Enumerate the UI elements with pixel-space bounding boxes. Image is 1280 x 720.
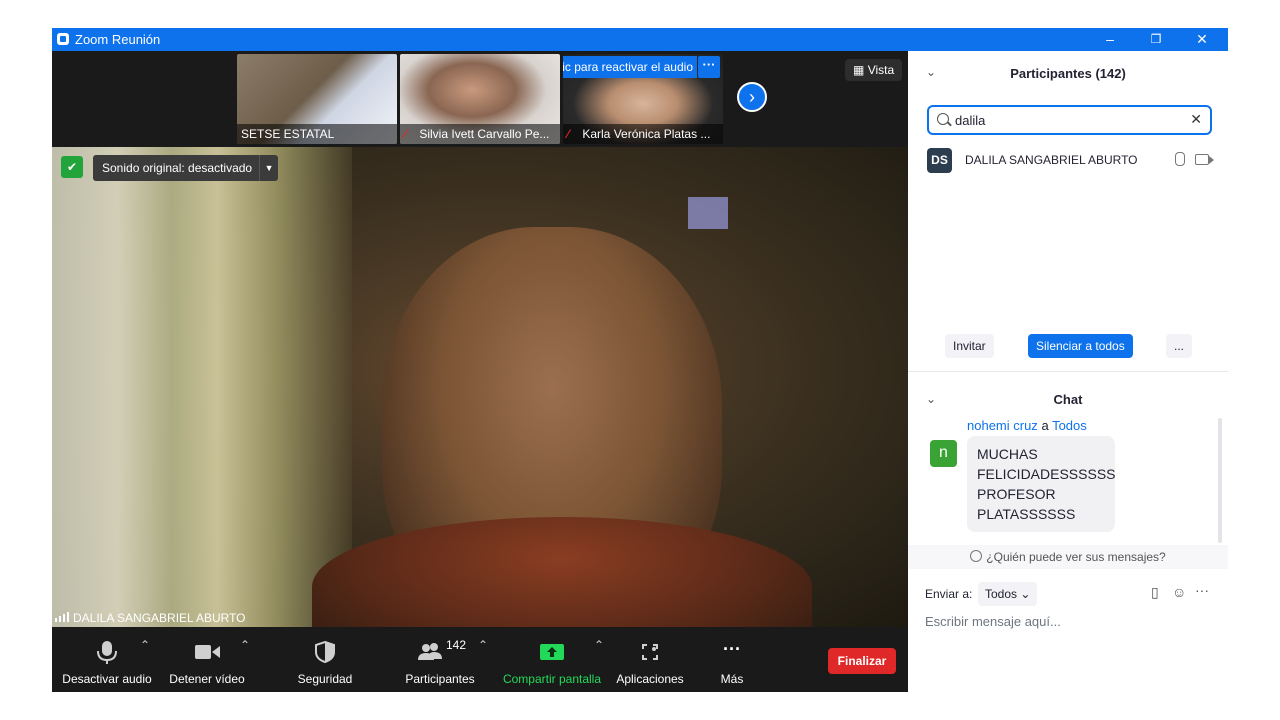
window-title: Zoom Reunión [75, 32, 161, 47]
grid-icon: ▦ [853, 63, 865, 77]
thumbnail-name: ⁄ Silvia Ivett Carvallo Pe... [400, 124, 560, 144]
shield-icon [315, 640, 335, 664]
reactivate-audio-banner[interactable]: Haz clic para reactivar el audio [563, 56, 697, 78]
participants-count: 142 [446, 638, 467, 652]
participants-title: Participantes (142) [1010, 66, 1126, 81]
chat-header: ⌄ Chat [908, 378, 1228, 418]
thumbnail-name: SETSE ESTATAL [237, 124, 397, 144]
clear-icon[interactable]: ✕ [1190, 111, 1202, 128]
share-screen-icon [540, 644, 564, 660]
invite-button[interactable]: Invitar [945, 334, 994, 358]
end-meeting-button[interactable]: Finalizar [828, 648, 896, 674]
participant-search[interactable]: ✕ [927, 105, 1212, 135]
video-thumbnail[interactable]: SETSE ESTATAL [237, 54, 397, 144]
participants-icon [418, 643, 442, 660]
participant-name: DALILA SANGABRIEL ABURTO [965, 153, 1138, 167]
file-icon[interactable]: ▯ [1151, 584, 1159, 601]
participant-row[interactable]: DS DALILA SANGABRIEL ABURTO [927, 148, 1217, 174]
speaker-name-label: DALILA SANGABRIEL ABURTO [55, 611, 246, 625]
security-button[interactable]: Seguridad [288, 628, 362, 692]
video-camera-icon[interactable] [1195, 154, 1214, 165]
speaker-shirt [312, 517, 812, 627]
next-page-button[interactable]: › [737, 82, 767, 112]
view-button[interactable]: ▦ Vista [845, 59, 903, 81]
participants-header: ⌄ Participantes (142) [908, 51, 1228, 97]
meeting-area: SETSE ESTATAL ⁄ Silvia Ivett Carvallo Pe… [52, 51, 908, 692]
who-can-see-link[interactable]: ¿Quién puede ver sus mensajes? [908, 545, 1228, 569]
mic-muted-icon: ⁄ [567, 127, 570, 141]
active-speaker-video: ✔ Sonido original: desactivado ▼ DALILA … [52, 147, 908, 627]
send-to-select[interactable]: Todos ⌄ [978, 582, 1038, 606]
person-icon [970, 550, 983, 562]
participant-search-input[interactable] [955, 111, 1175, 129]
avatar: n [930, 440, 957, 467]
thumbnail-strip: SETSE ESTATAL ⁄ Silvia Ivett Carvallo Pe… [52, 51, 908, 147]
chevron-up-icon[interactable]: ⌃ [594, 638, 604, 652]
search-icon [937, 113, 949, 125]
avatar: DS [927, 148, 952, 173]
close-button[interactable]: ✕ [1179, 28, 1225, 51]
more-dots-icon: ··· [723, 639, 741, 659]
apps-icon [642, 644, 658, 660]
video-camera-icon [195, 645, 220, 659]
chat-message: MUCHAS FELICIDADESSSSSS PROFESOR PLATASS… [967, 436, 1116, 532]
video-thumbnail[interactable]: ⁄ Silvia Ivett Carvallo Pe... [400, 54, 560, 144]
more-button[interactable]: ··· Más [704, 628, 760, 692]
signal-strength-icon [55, 612, 69, 622]
chevron-up-icon[interactable]: ⌃ [240, 638, 250, 652]
meeting-toolbar: ⌃ Desactivar audio ⌃ Detener vídeo Segur… [52, 628, 908, 692]
thumbnail-more-button[interactable]: ··· [698, 56, 720, 78]
chevron-down-icon: ⌄ [1020, 587, 1031, 601]
video-background [52, 147, 352, 627]
message-recipient[interactable]: Todos [1052, 418, 1087, 433]
original-sound-toggle[interactable]: Sonido original: desactivado ▼ [93, 155, 279, 181]
chevron-up-icon[interactable]: ⌃ [478, 638, 488, 652]
stop-video-button[interactable]: ⌃ Detener vídeo [162, 628, 252, 692]
chat-message-input[interactable] [925, 610, 1215, 632]
participants-more-button[interactable]: ... [1166, 334, 1193, 358]
mute-all-button[interactable]: Silenciar a todos [1028, 334, 1133, 358]
encryption-shield-icon[interactable]: ✔ [61, 156, 83, 178]
zoom-window: Zoom Reunión – ❐ ✕ SETSE ESTATAL ⁄ Silvi… [52, 28, 1228, 692]
send-to-label: Enviar a: [925, 587, 973, 601]
message-header: nohemi cruz a Todos [967, 418, 1087, 433]
emoji-icon[interactable]: ☺ [1172, 584, 1186, 600]
chevron-up-icon[interactable]: ⌃ [140, 638, 150, 652]
title-bar: Zoom Reunión – ❐ ✕ [52, 28, 1228, 51]
restore-button[interactable]: ❐ [1133, 28, 1179, 51]
more-dots-icon[interactable]: ··· [1195, 582, 1209, 598]
side-panel: ⌄ Participantes (142) ✕ DS DALILA SANGAB… [908, 51, 1228, 692]
divider [908, 371, 1228, 372]
message-sender[interactable]: nohemi cruz [967, 418, 1038, 433]
minimize-button[interactable]: – [1087, 28, 1133, 51]
chat-title: Chat [1053, 392, 1083, 407]
mute-audio-button[interactable]: ⌃ Desactivar audio [60, 628, 154, 692]
share-screen-button[interactable]: ⌃ Compartir pantalla [498, 628, 606, 692]
video-background [688, 197, 728, 229]
chevron-down-icon[interactable]: ▼ [259, 155, 278, 181]
apps-button[interactable]: Aplicaciones [614, 628, 686, 692]
mic-muted-icon: ⁄ [404, 127, 407, 141]
chat-scrollbar[interactable] [1217, 418, 1223, 551]
participants-button[interactable]: 142 ⌃ Participantes [392, 628, 488, 692]
thumbnail-name: ⁄ Karla Verónica Platas ... [563, 124, 723, 144]
zoom-app-icon [57, 33, 69, 45]
microphone-icon[interactable] [1175, 152, 1185, 166]
